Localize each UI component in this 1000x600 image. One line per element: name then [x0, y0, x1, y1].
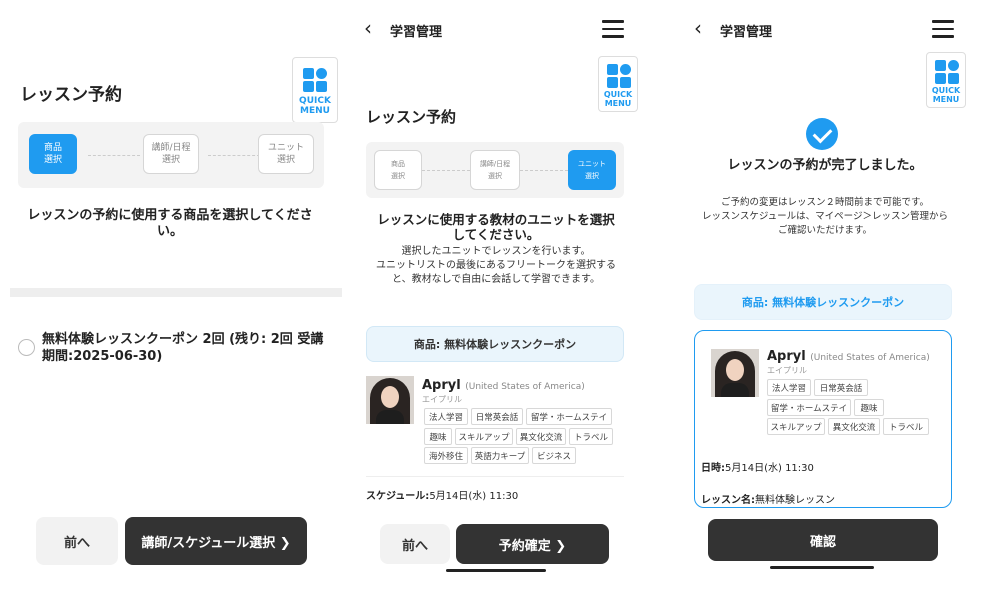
tutor-country: (United States of America) — [465, 382, 585, 392]
tag: トラベル — [569, 428, 613, 445]
header-bar: ‹ 学習管理 — [350, 0, 640, 60]
tag: スキルアップ — [767, 418, 825, 435]
screen-booking-complete: ‹ 学習管理 QUICK MENU レッスンの予約が完了しました。 ご予約の変更… — [680, 0, 970, 600]
back-chevron-icon[interactable]: ‹ — [364, 18, 372, 38]
home-indicator — [770, 566, 874, 569]
back-chevron-icon[interactable]: ‹ — [694, 18, 702, 38]
booking-detail-card: Apryl (United States of America) エイプリル 法… — [694, 330, 952, 508]
quick-menu-button[interactable]: QUICK MENU — [292, 57, 338, 123]
schedule-label: スケジュール: — [366, 491, 430, 502]
screen-product-select: QUICK MENU レッスン予約 商品 選択 講師/日程 選択 ユニット 選択… — [0, 0, 342, 600]
tutor-schedule-select-button[interactable]: 講師/スケジュール選択 ❯ — [125, 517, 307, 565]
step-product-select: 商品 選択 — [374, 150, 422, 190]
instruction-heading: レッスンの予約に使用する商品を選択してください。 — [27, 208, 313, 239]
tag: 留学・ホームステイ — [526, 408, 612, 425]
prev-button[interactable]: 前へ — [380, 524, 450, 564]
step-indicator: 商品 選択 講師/日程 選択 ユニット 選択 — [366, 142, 624, 198]
completion-subtext: ご予約の変更はレッスン２時間前まで可能です。 レッスンスケジュールは、マイページ… — [702, 197, 948, 236]
confirm-booking-button[interactable]: 予約確定 ❯ — [456, 524, 609, 564]
hamburger-menu-icon[interactable] — [602, 20, 624, 38]
tutor-kana: エイプリル — [767, 366, 807, 375]
tag: 法人学習 — [424, 408, 468, 425]
instruction-subtext: 選択したユニットでレッスンを行います。 ユニットリストの最後にあるフリートークを… — [376, 246, 616, 285]
product-radio[interactable] — [18, 339, 35, 356]
tag: 趣味 — [424, 428, 452, 445]
step-tutor-schedule: 講師/日程 選択 — [470, 150, 520, 190]
prev-button[interactable]: 前へ — [36, 517, 118, 565]
tutor-country: (United States of America) — [810, 353, 930, 363]
step-unit-select: ユニット 選択 — [258, 134, 314, 174]
header-title: 学習管理 — [720, 25, 773, 40]
screen-unit-select: ‹ 学習管理 QUICK MENU レッスン予約 商品 選択 講師/日程 選択 … — [350, 0, 640, 600]
product-summary: 商品: 無料体験レッスンクーポン — [694, 284, 952, 320]
tutor-avatar — [366, 376, 414, 424]
datetime-row: 日時:5月14日(水) 11:30 — [701, 459, 814, 474]
product-option-label[interactable]: 無料体験レッスンクーポン 2回 (残り: 2回 受講期間:2025-06-30) — [42, 331, 327, 365]
tutor-name: Apryl — [422, 378, 461, 393]
quick-menu-button[interactable]: QUICK MENU — [926, 52, 966, 108]
step-tutor-schedule: 講師/日程 選択 — [143, 134, 199, 174]
step-indicator: 商品 選択 講師/日程 選択 ユニット 選択 — [18, 122, 324, 188]
section-divider — [10, 288, 342, 297]
tag: 日常英会話 — [471, 408, 523, 425]
lesson-name-row: レッスン名:無料体験レッスン — [701, 491, 835, 506]
step-unit-select: ユニット 選択 — [568, 150, 616, 190]
tag: 法人学習 — [767, 379, 811, 396]
schedule-value: 5月14日(水) 11:30 — [429, 491, 519, 502]
tag: 趣味 — [854, 399, 884, 416]
tag: 海外移住 — [424, 447, 468, 464]
tutor-avatar — [711, 349, 759, 397]
tutor-kana: エイプリル — [422, 395, 462, 404]
datetime-value: 5月14日(水) 11:30 — [725, 463, 814, 474]
quick-menu-icon — [303, 68, 327, 92]
step-product-select: 商品 選択 — [29, 134, 77, 174]
tag: 英語力キープ — [471, 447, 529, 464]
header-title: 学習管理 — [390, 25, 443, 40]
instruction-heading: レッスンに使用する教材のユニットを選択してください。 — [377, 212, 615, 242]
tag: 異文化交流 — [516, 428, 566, 445]
schedule-row: スケジュール:5月14日(水) 11:30 — [366, 487, 518, 502]
confirm-button[interactable]: 確認 — [708, 519, 938, 561]
tag: ビジネス — [532, 447, 576, 464]
tag: 異文化交流 — [828, 418, 880, 435]
page-title: レッスン予約 — [20, 85, 122, 105]
header-bar: ‹ 学習管理 — [680, 0, 970, 60]
hamburger-menu-icon[interactable] — [932, 20, 954, 38]
product-summary: 商品: 無料体験レッスンクーポン — [366, 326, 624, 362]
tag: スキルアップ — [455, 428, 513, 445]
quick-menu-icon — [935, 60, 959, 84]
tag: 日常英会話 — [814, 379, 868, 396]
success-check-icon — [806, 118, 838, 150]
tag: トラベル — [883, 418, 929, 435]
home-indicator — [446, 569, 546, 572]
quick-menu-icon — [607, 64, 631, 88]
datetime-label: 日時: — [701, 463, 725, 474]
tutor-name-line: Apryl (United States of America) — [767, 349, 930, 364]
lesson-name-label: レッスン名: — [701, 495, 755, 506]
lesson-name-value: 無料体験レッスン — [755, 495, 835, 506]
quick-menu-button[interactable]: QUICK MENU — [598, 56, 638, 112]
tag: 留学・ホームステイ — [767, 399, 851, 416]
tutor-name: Apryl — [767, 349, 806, 364]
page-title: レッスン予約 — [366, 108, 457, 126]
completion-heading: レッスンの予約が完了しました。 — [727, 158, 923, 173]
divider — [366, 476, 624, 477]
tutor-name-line: Apryl (United States of America) — [422, 378, 585, 393]
